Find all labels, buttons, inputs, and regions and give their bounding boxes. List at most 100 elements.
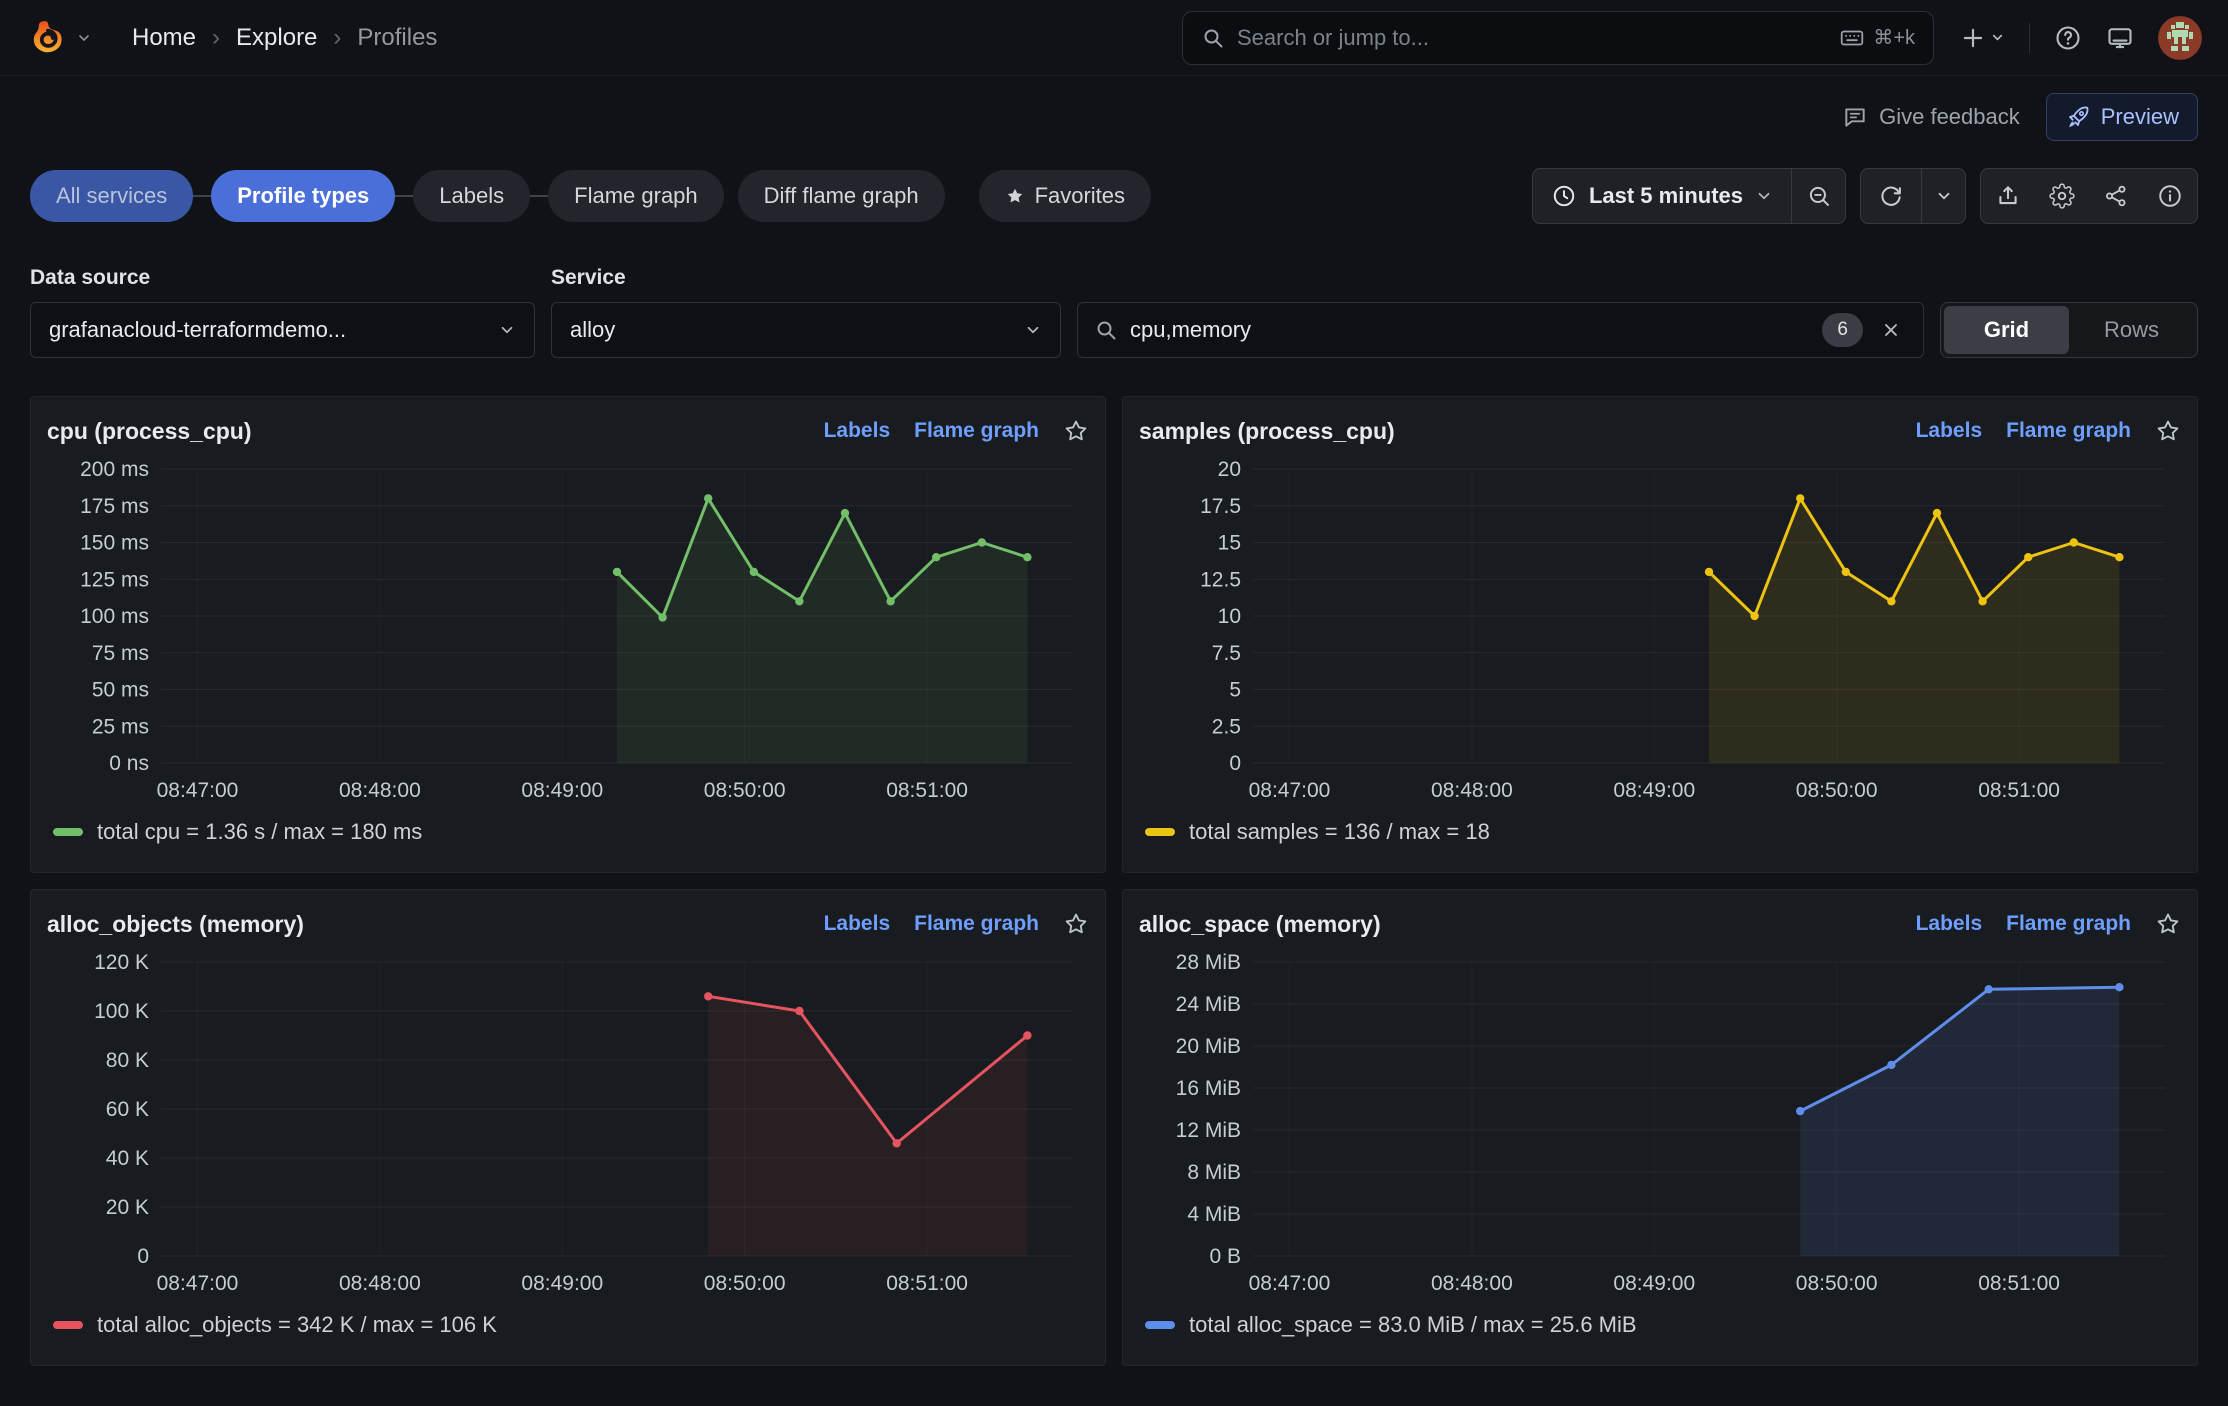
y-axis-label: 0 xyxy=(137,1245,149,1268)
service-select[interactable]: alloy xyxy=(551,302,1061,358)
series-area-fill xyxy=(617,498,1027,763)
tab-all-services[interactable]: All services xyxy=(30,170,193,222)
timeseries-chart-samples[interactable]: 08:47:0008:48:0008:49:0008:50:0008:51:00… xyxy=(1139,455,2181,809)
close-icon xyxy=(1881,320,1901,340)
screen-button[interactable] xyxy=(2106,24,2134,52)
data-point xyxy=(2024,553,2032,561)
x-axis-label: 08:48:00 xyxy=(1431,1272,1513,1295)
panel-labels-link[interactable]: Labels xyxy=(824,912,891,936)
y-axis-label: 15 xyxy=(1218,532,1241,555)
legend-swatch xyxy=(1145,1321,1175,1329)
legend-label[interactable]: total samples = 136 / max = 18 xyxy=(1189,819,1490,845)
data-point xyxy=(1796,1107,1804,1115)
time-range-button[interactable]: Last 5 minutes xyxy=(1533,169,1791,223)
clock-icon xyxy=(1551,183,1577,209)
tab-favorites[interactable]: Favorites xyxy=(979,170,1151,222)
global-search[interactable]: ⌘+k xyxy=(1182,11,1934,65)
panel-labels-link[interactable]: Labels xyxy=(1916,419,1983,443)
x-axis-label: 08:48:00 xyxy=(1431,779,1513,802)
timeseries-chart-alloc_objects[interactable]: 08:47:0008:48:0008:49:0008:50:0008:51:00… xyxy=(47,948,1089,1302)
data-point xyxy=(613,568,621,576)
view-option-grid[interactable]: Grid xyxy=(1944,306,2069,354)
timeseries-chart-alloc_space[interactable]: 08:47:0008:48:0008:49:0008:50:0008:51:00… xyxy=(1139,948,2181,1302)
y-axis-label: 0 xyxy=(1229,752,1241,775)
x-axis-label: 08:47:00 xyxy=(157,1272,239,1295)
clear-search-button[interactable] xyxy=(1875,316,1907,344)
give-feedback-link[interactable]: Give feedback xyxy=(1842,104,2020,130)
panel-flame-graph-link[interactable]: Flame graph xyxy=(914,912,1039,936)
export-button[interactable] xyxy=(1981,169,2035,223)
panel-title: alloc_objects (memory) xyxy=(47,911,304,938)
panel-flame-graph-link[interactable]: Flame graph xyxy=(914,419,1039,443)
panel-title: cpu (process_cpu) xyxy=(47,418,252,445)
global-search-input[interactable] xyxy=(1237,25,1827,51)
x-axis-label: 08:51:00 xyxy=(886,779,968,802)
settings-button[interactable] xyxy=(2035,169,2089,223)
timeseries-chart-cpu[interactable]: 08:47:0008:48:0008:49:0008:50:0008:51:00… xyxy=(47,455,1089,809)
panel-alloc_objects: alloc_objects (memory) Labels Flame graph 0… xyxy=(30,889,1106,1366)
help-button[interactable] xyxy=(2054,24,2082,52)
favorite-star-button[interactable] xyxy=(2155,418,2181,444)
breadcrumb-item-home[interactable]: Home xyxy=(132,24,196,52)
x-axis-label: 08:49:00 xyxy=(521,1272,603,1295)
view-option-rows[interactable]: Rows xyxy=(2069,306,2194,354)
data-point xyxy=(1750,612,1758,620)
datasource-select[interactable]: grafanacloud-terraformdemo... xyxy=(30,302,535,358)
data-point xyxy=(1984,985,1992,993)
data-point xyxy=(2070,538,2078,546)
y-axis-label: 100 K xyxy=(94,1000,149,1023)
preview-button[interactable]: Preview xyxy=(2046,93,2198,141)
x-axis-label: 08:49:00 xyxy=(521,779,603,802)
chevron-down-icon xyxy=(1935,187,1953,205)
y-axis-label: 80 K xyxy=(106,1049,149,1072)
data-point xyxy=(1887,597,1895,605)
tab-flame-graph[interactable]: Flame graph xyxy=(548,170,724,222)
zoom-out-time-button[interactable] xyxy=(1791,169,1845,223)
panel-legend: total alloc_space = 83.0 MiB / max = 25.… xyxy=(1139,1302,2181,1346)
refresh-interval-dropdown[interactable] xyxy=(1921,169,1965,223)
panel-labels-link[interactable]: Labels xyxy=(1916,912,1983,936)
y-axis-label: 40 K xyxy=(106,1147,149,1170)
legend-swatch xyxy=(53,1321,83,1329)
grafana-logo-menu[interactable] xyxy=(26,17,92,59)
panel-labels-link[interactable]: Labels xyxy=(824,419,891,443)
legend-label[interactable]: total cpu = 1.36 s / max = 180 ms xyxy=(97,819,422,845)
share-button[interactable] xyxy=(2089,169,2143,223)
tab-label: Diff flame graph xyxy=(764,183,919,209)
chevron-down-icon xyxy=(1024,321,1042,339)
favorite-star-button[interactable] xyxy=(1063,418,1089,444)
favorite-star-button[interactable] xyxy=(1063,911,1089,937)
data-point xyxy=(1705,568,1713,576)
x-axis-label: 08:47:00 xyxy=(157,779,239,802)
refresh-button[interactable] xyxy=(1861,169,1921,223)
panel-flame-graph-link[interactable]: Flame graph xyxy=(2006,419,2131,443)
explore-tabs: All services Profile types Labels Flame gra… xyxy=(30,170,1151,222)
favorite-star-button[interactable] xyxy=(2155,911,2181,937)
legend-label[interactable]: total alloc_objects = 342 K / max = 106 … xyxy=(97,1312,497,1338)
user-avatar[interactable] xyxy=(2158,16,2202,60)
service-label: Service xyxy=(551,266,1061,290)
upload-icon xyxy=(1995,183,2021,209)
data-point xyxy=(886,597,894,605)
tab-profile-types[interactable]: Profile types xyxy=(211,170,395,222)
time-toolbar: Last 5 minutes xyxy=(1532,168,2198,224)
monitor-icon xyxy=(2106,24,2134,52)
tab-label: Labels xyxy=(439,183,504,209)
panel-legend: total cpu = 1.36 s / max = 180 ms xyxy=(47,809,1089,853)
breadcrumb-item-explore[interactable]: Explore xyxy=(236,24,317,52)
tab-diff-flame-graph[interactable]: Diff flame graph xyxy=(738,170,945,222)
y-axis-label: 20 xyxy=(1218,458,1241,481)
profile-type-search-input[interactable] xyxy=(1130,317,1810,343)
x-axis-label: 08:48:00 xyxy=(339,779,421,802)
grafana-logo-icon xyxy=(26,17,68,59)
add-new-button[interactable] xyxy=(1960,25,2005,51)
info-button[interactable] xyxy=(2143,169,2197,223)
legend-label[interactable]: total alloc_space = 83.0 MiB / max = 25.… xyxy=(1189,1312,1637,1338)
panel-legend: total alloc_objects = 342 K / max = 106 … xyxy=(47,1302,1089,1346)
share-icon xyxy=(2103,183,2129,209)
x-axis-label: 08:51:00 xyxy=(1978,1272,2060,1295)
profile-type-search[interactable]: 6 xyxy=(1077,302,1924,358)
y-axis-label: 175 ms xyxy=(80,495,149,518)
panel-flame-graph-link[interactable]: Flame graph xyxy=(2006,912,2131,936)
tab-labels[interactable]: Labels xyxy=(413,170,530,222)
